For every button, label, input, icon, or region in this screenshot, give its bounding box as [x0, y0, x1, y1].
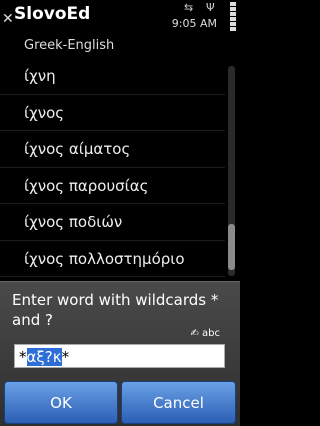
antenna-icon: Ψ	[206, 1, 215, 14]
input-text-suffix: *	[61, 348, 70, 366]
close-icon[interactable]: ✕	[2, 11, 14, 27]
status-bar: ✕ SlovoEd ⇆ Ψ 9:05 AM	[0, 0, 240, 34]
ok-button[interactable]: OK	[4, 381, 118, 424]
wildcard-dialog: Enter word with wildcards * and ? ✍ abc …	[0, 281, 240, 426]
dictionary-name: Greek-English	[24, 38, 115, 53]
list-item[interactable]: ίχνος ποδιών	[0, 204, 225, 241]
usb-icon: ⇆	[184, 1, 194, 14]
input-mode-indicator: ✍ abc	[190, 328, 220, 339]
list-item[interactable]: ίχνος αίματος	[0, 131, 225, 168]
clock: 9:05 AM	[171, 17, 217, 30]
list-item[interactable]: ίχνος	[0, 95, 225, 131]
list-item[interactable]: ίχνη	[0, 58, 225, 95]
scrollbar-thumb[interactable]	[228, 224, 235, 270]
battery-icon	[230, 2, 236, 32]
wildcard-input[interactable]: *αξ?κ*	[14, 344, 225, 368]
word-list: ίχνη ίχνος ίχνος αίματος ίχνος παρουσίας…	[0, 58, 225, 277]
input-text-selected: αξ?κ	[26, 348, 62, 366]
app-title: SlovoEd	[14, 4, 91, 24]
list-item[interactable]: ίχνος πολλοστημόριο	[0, 241, 225, 277]
dialog-prompt: Enter word with wildcards * and ?	[12, 291, 219, 329]
input-text-prefix: *	[19, 348, 27, 366]
list-item[interactable]: ίχνος παρουσίας	[0, 168, 225, 204]
input-text: *αξ?κ*	[19, 348, 69, 366]
cancel-button[interactable]: Cancel	[121, 381, 236, 424]
